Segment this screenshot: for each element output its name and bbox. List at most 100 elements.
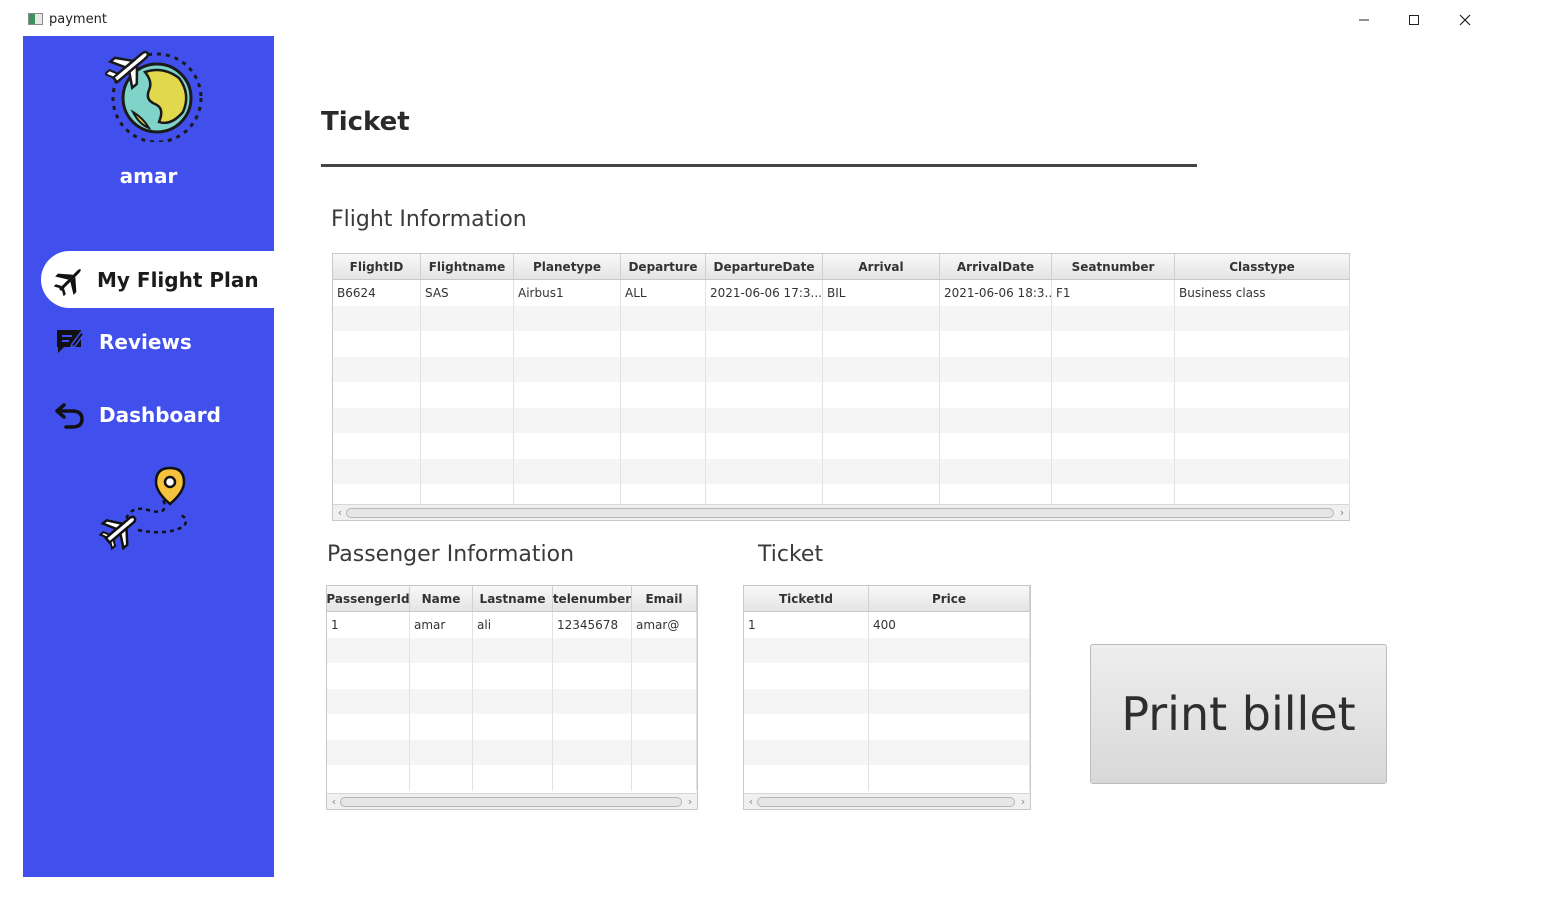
table-row[interactable]	[327, 663, 697, 689]
table-cell	[410, 663, 473, 689]
column-header[interactable]: Departure	[621, 254, 706, 279]
table-cell: ALL	[621, 280, 706, 306]
table-cell	[473, 637, 553, 663]
table-row[interactable]	[333, 356, 1350, 382]
table-row[interactable]: B6624 SAS Airbus1 ALL 2021-06-06 17:3... BIL 2…	[333, 280, 1350, 306]
table-cell: 12345678	[553, 612, 632, 638]
table-cell	[473, 688, 553, 714]
print-billet-button[interactable]: Print billet	[1090, 644, 1387, 784]
table-body: B6624 SAS Airbus1 ALL 2021-06-06 17:3... BIL 2…	[333, 280, 1350, 510]
column-header[interactable]: Flightname	[421, 254, 514, 279]
table-cell	[1175, 433, 1350, 459]
table-cell	[327, 714, 410, 740]
table-cell	[410, 688, 473, 714]
horizontal-scrollbar[interactable]: ‹ ›	[327, 793, 697, 809]
table-cell	[940, 331, 1052, 357]
flight-info-table[interactable]: FlightID Flightname Planetype Departure Depa…	[332, 253, 1350, 521]
scroll-right-icon[interactable]: ›	[1336, 506, 1348, 520]
table-row[interactable]	[744, 688, 1030, 714]
table-cell	[940, 305, 1052, 331]
table-cell	[421, 331, 514, 357]
table-cell	[421, 356, 514, 382]
column-header[interactable]: Name	[410, 586, 473, 611]
table-cell	[473, 739, 553, 765]
scroll-left-icon[interactable]: ‹	[334, 506, 346, 520]
horizontal-scrollbar[interactable]: ‹ ›	[333, 504, 1349, 520]
table-cell	[1175, 407, 1350, 433]
nav-my-flight-plan[interactable]: My Flight Plan	[41, 251, 274, 308]
table-row[interactable]	[744, 714, 1030, 740]
table-cell	[553, 739, 632, 765]
table-row[interactable]	[333, 331, 1350, 357]
scroll-right-icon[interactable]: ›	[1017, 795, 1029, 809]
column-header[interactable]: DepartureDate	[706, 254, 823, 279]
table-row[interactable]	[327, 765, 697, 791]
table-row[interactable]	[333, 407, 1350, 433]
close-button[interactable]	[1442, 6, 1488, 34]
table-cell	[421, 433, 514, 459]
table-row[interactable]	[744, 765, 1030, 791]
table-cell: 1	[744, 612, 869, 638]
close-icon	[1459, 14, 1471, 26]
table-row[interactable]	[744, 637, 1030, 663]
column-header[interactable]: Price	[869, 586, 1030, 611]
column-header[interactable]: Arrival	[823, 254, 940, 279]
scrollbar-thumb[interactable]	[346, 508, 1334, 518]
table-cell	[706, 382, 823, 408]
column-header[interactable]: Planetype	[514, 254, 621, 279]
table-cell	[744, 637, 869, 663]
table-row[interactable]	[744, 739, 1030, 765]
column-header[interactable]: TicketId	[744, 586, 869, 611]
table-row[interactable]	[327, 637, 697, 663]
sidebar: amar My Flight Plan Reviews Dashboard	[23, 36, 274, 877]
table-cell	[869, 688, 1030, 714]
scroll-left-icon[interactable]: ‹	[328, 795, 340, 809]
table-row[interactable]	[327, 688, 697, 714]
table-row[interactable]	[333, 458, 1350, 484]
table-row[interactable]	[327, 739, 697, 765]
column-header[interactable]: Classtype	[1175, 254, 1350, 279]
nav-reviews[interactable]: Reviews	[41, 313, 274, 370]
scrollbar-thumb[interactable]	[340, 797, 682, 807]
table-row[interactable]: 1 400	[744, 612, 1030, 638]
column-header[interactable]: Seatnumber	[1052, 254, 1175, 279]
table-row[interactable]	[333, 305, 1350, 331]
scroll-right-icon[interactable]: ›	[684, 795, 696, 809]
scroll-left-icon[interactable]: ‹	[745, 795, 757, 809]
table-cell	[632, 663, 697, 689]
table-cell	[632, 765, 697, 791]
window-titlebar: payment	[0, 0, 1548, 36]
table-cell	[333, 382, 421, 408]
column-header[interactable]: PassengerId	[327, 586, 410, 611]
table-cell	[940, 356, 1052, 382]
table-header: TicketId Price	[744, 586, 1030, 612]
column-header[interactable]: Lastname	[473, 586, 553, 611]
table-row[interactable]	[327, 714, 697, 740]
table-cell	[410, 765, 473, 791]
table-cell	[744, 765, 869, 791]
maximize-button[interactable]	[1391, 6, 1437, 34]
horizontal-scrollbar[interactable]: ‹ ›	[744, 793, 1030, 809]
table-row[interactable]: 1 amar ali 12345678 amar@	[327, 612, 697, 638]
column-header[interactable]: FlightID	[333, 254, 421, 279]
column-header[interactable]: telenumber	[553, 586, 632, 611]
table-row[interactable]	[333, 382, 1350, 408]
scrollbar-thumb[interactable]	[757, 797, 1015, 807]
ticket-info-table[interactable]: TicketId Price 1 400 ‹ ›	[743, 585, 1031, 810]
table-row[interactable]	[744, 663, 1030, 689]
table-cell	[940, 458, 1052, 484]
table-cell	[1175, 458, 1350, 484]
table-cell	[421, 407, 514, 433]
table-cell	[421, 305, 514, 331]
column-header[interactable]: ArrivalDate	[940, 254, 1052, 279]
table-cell	[421, 458, 514, 484]
table-cell	[823, 331, 940, 357]
passenger-info-table[interactable]: PassengerId Name Lastname telenumber Email 1 a…	[326, 585, 698, 810]
table-body: 1 amar ali 12345678 amar@	[327, 612, 697, 791]
table-cell: F1	[1052, 280, 1175, 306]
table-cell	[410, 637, 473, 663]
column-header[interactable]: Email	[632, 586, 697, 611]
table-row[interactable]	[333, 433, 1350, 459]
minimize-button[interactable]	[1341, 6, 1387, 34]
nav-dashboard[interactable]: Dashboard	[41, 386, 274, 443]
